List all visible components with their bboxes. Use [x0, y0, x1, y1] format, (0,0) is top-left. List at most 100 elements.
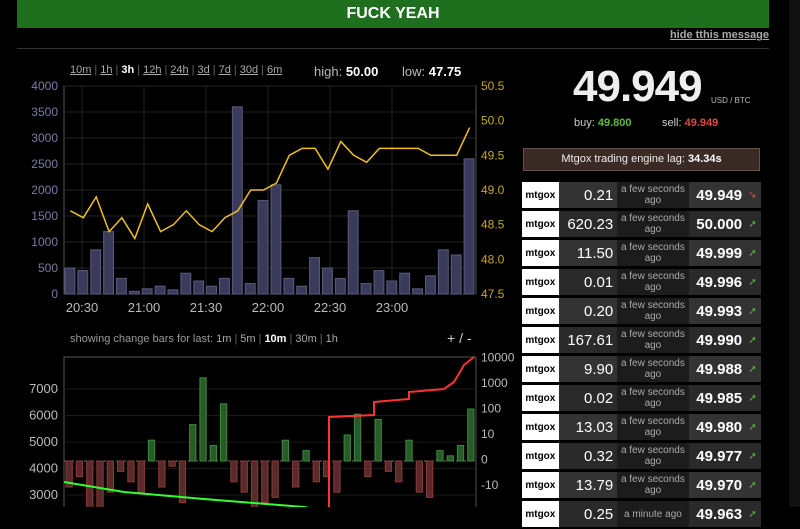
arrow-down-icon: ➘	[744, 182, 762, 208]
trade-amount: 167.61	[558, 327, 618, 353]
range-30d[interactable]: 30d	[240, 64, 258, 76]
minus-button[interactable]: -	[467, 330, 472, 346]
y-right-tick-label: 48.0	[481, 252, 505, 266]
trade-price: 49.970	[688, 472, 745, 498]
current-price: 49.949	[573, 62, 703, 111]
lag-label: Mtgox trading engine lag:	[561, 153, 685, 165]
change-bar-down	[364, 460, 372, 478]
y-right-tick-label: 100	[481, 402, 501, 416]
arrow-up-icon: ➚	[744, 211, 762, 237]
low-label: low:	[402, 64, 426, 79]
change-bar-down	[261, 460, 269, 504]
change-option-1h[interactable]: 1h	[326, 333, 338, 345]
range-separator: |	[191, 64, 195, 76]
trade-price: 49.993	[688, 298, 745, 324]
range-1h[interactable]: 1h	[100, 64, 112, 76]
range-24h[interactable]: 24h	[170, 64, 188, 76]
trade-amount: 9.90	[558, 356, 618, 382]
buy-value: 49.800	[597, 117, 632, 129]
trade-time: a few seconds ago	[617, 182, 689, 208]
change-bar-up	[405, 439, 413, 462]
y-right-tick-label: 50.0	[481, 114, 505, 128]
trade-price: 49.990	[688, 327, 745, 353]
range-separator: |	[115, 64, 119, 76]
arrow-up-icon: ➚	[744, 327, 762, 353]
trade-amount: 0.01	[558, 269, 618, 295]
trade-row: mtgox 167.61 a few seconds ago 49.990 ➚	[522, 326, 762, 355]
sell-value: 49.949	[684, 117, 719, 129]
volume-bar	[244, 283, 256, 295]
trade-row: mtgox 0.01 a few seconds ago 49.996 ➚	[522, 268, 762, 297]
plus-button[interactable]: +	[447, 330, 455, 346]
zoom-controls: + / -	[447, 330, 472, 346]
scrollbar[interactable]	[789, 0, 800, 507]
range-7d[interactable]: 7d	[219, 64, 231, 76]
range-3d[interactable]: 3d	[198, 64, 210, 76]
trade-exchange: mtgox	[522, 240, 559, 266]
change-bars-selector: showing change bars for last: 1m | 5m | 10m |…	[70, 333, 338, 345]
range-separator: |	[261, 64, 264, 76]
high-stat: high: 50.00	[314, 64, 378, 79]
trade-row: mtgox 0.32 a few seconds ago 49.977 ➚	[522, 442, 762, 471]
change-bar-down	[137, 460, 145, 493]
change-option-10m[interactable]: 10m	[264, 333, 286, 345]
volume-bar	[296, 285, 308, 295]
price-volume-chart: 20:30 21:00 21:30 22:00 22:30 23:00 0 500 1000 15…	[31, 80, 505, 315]
trade-price: 50.000	[688, 211, 745, 237]
trade-exchange: mtgox	[522, 298, 559, 324]
buy-price: buy: 49.800	[574, 117, 632, 129]
range-6m[interactable]: 6m	[267, 64, 282, 76]
change-bar-up	[374, 418, 382, 462]
change-option-30m[interactable]: 30m	[295, 333, 316, 345]
trade-row: mtgox 0.25 a minute ago 49.963 ➚	[522, 500, 762, 529]
change-bar-down	[158, 460, 166, 488]
arrow-up-icon: ➚	[744, 472, 762, 498]
y-left-tick-label: 3000	[29, 487, 58, 502]
trade-price: 49.985	[688, 385, 745, 411]
volume-bar	[64, 267, 76, 295]
change-option-1m[interactable]: 1m	[216, 333, 231, 345]
volume-bar	[180, 272, 192, 295]
trade-row: mtgox 0.02 a few seconds ago 49.985 ➚	[522, 384, 762, 413]
volume-bar	[283, 277, 295, 295]
y-left-tick-label: 2500	[31, 157, 58, 171]
volume-bar	[463, 158, 475, 295]
low-value: 47.75	[428, 64, 462, 79]
change-bar-down	[384, 460, 393, 472]
trade-amount: 0.20	[558, 298, 618, 324]
trade-exchange: mtgox	[522, 501, 559, 527]
change-bar-down	[230, 460, 238, 483]
y-left-tick-label: 3000	[31, 131, 58, 145]
x-tick-label: 22:00	[252, 300, 285, 315]
banner: FUCK YEAH	[17, 0, 769, 28]
hide-message-link[interactable]: hide tthis message	[670, 29, 769, 41]
change-bar-down	[168, 460, 176, 467]
range-3h[interactable]: 3h	[121, 64, 134, 76]
y-left-tick-label: 4000	[29, 461, 58, 476]
y-left-tick-label: 0	[51, 287, 58, 301]
range-separator: |	[94, 64, 98, 76]
trade-amount: 11.50	[558, 240, 618, 266]
y-right-tick-label: 10	[481, 427, 495, 441]
high-label: high:	[314, 64, 343, 79]
engine-lag-badge: Mtgox trading engine lag: 34.34s	[523, 148, 760, 171]
range-12h[interactable]: 12h	[143, 64, 161, 76]
range-10m[interactable]: 10m	[70, 64, 91, 76]
volume-bar	[373, 270, 385, 295]
option-separator: |	[289, 333, 293, 345]
change-option-5m[interactable]: 5m	[240, 333, 255, 345]
trade-time: a few seconds ago	[617, 327, 689, 353]
change-bar-down	[86, 460, 94, 507]
trade-amount: 0.32	[558, 443, 618, 469]
change-bars-label: showing change bars for last:	[70, 333, 214, 345]
trade-row: mtgox 0.21 a few seconds ago 49.949 ➘	[522, 181, 762, 210]
y-right-tick-label: -10	[481, 478, 499, 492]
option-separator: |	[319, 333, 323, 345]
change-bar-down	[312, 460, 321, 483]
volume-bar	[116, 277, 127, 295]
trade-exchange: mtgox	[522, 385, 559, 411]
volume-bar	[437, 249, 449, 295]
change-bar-down	[333, 460, 341, 493]
trade-price: 49.999	[688, 240, 745, 266]
trade-exchange: mtgox	[522, 443, 559, 469]
